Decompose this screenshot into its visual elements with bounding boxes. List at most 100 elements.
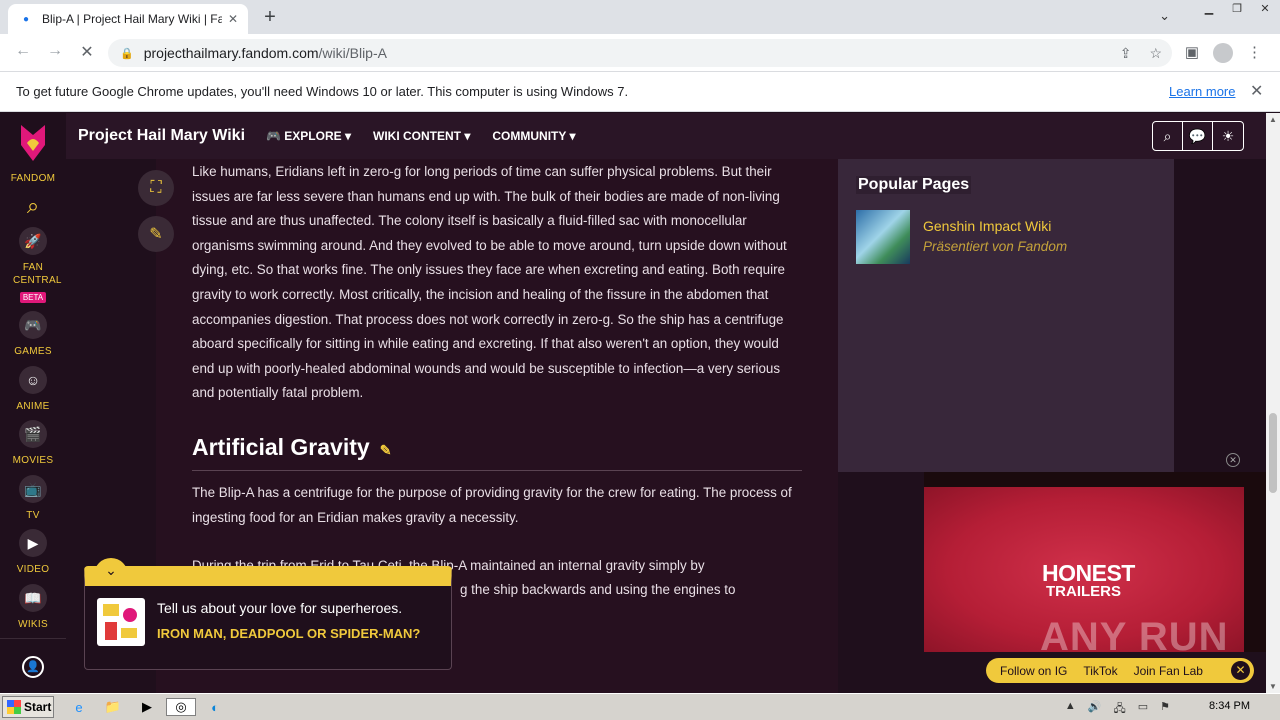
right-margin [1174, 159, 1266, 472]
heading-divider [192, 470, 802, 471]
bookmark-star-icon[interactable]: ☆ [1149, 45, 1162, 62]
lock-icon[interactable]: 🔒 [120, 47, 134, 60]
nav-label: EXPLORE [284, 129, 342, 143]
restore-button[interactable]: ❐ [1224, 0, 1250, 18]
minimize-button[interactable]: ▁ [1196, 0, 1222, 18]
fandom-heart-icon [21, 125, 45, 161]
fan-lab-link[interactable]: Join Fan Lab [1134, 664, 1203, 678]
rail-item-anime[interactable]: ☺ ANIME [0, 366, 66, 413]
page-scrollbar[interactable]: ▲ ▼ [1266, 113, 1280, 693]
video-title-line2: TRAILERS [1046, 583, 1121, 600]
theme-toggle-icon[interactable]: ☀ [1213, 122, 1243, 150]
close-infobar-icon[interactable]: ✕ [1250, 81, 1263, 101]
caret-down-icon: ▾ [344, 129, 352, 143]
explorer-folder-icon[interactable]: 📁 [102, 698, 124, 716]
wiki-search-icon[interactable]: ⌕ [1153, 122, 1183, 150]
explore-icon: 🎮 [266, 129, 285, 143]
book-icon: 📖 [19, 584, 47, 612]
clapper-icon: 🎬 [19, 420, 47, 448]
learn-more-link[interactable]: Learn more [1169, 84, 1235, 99]
url-host: projecthailmary.fandom.com [143, 45, 319, 61]
rail-item-fan-central[interactable]: 🚀 FAN CENTRAL BETA [0, 227, 66, 305]
profile-avatar-icon[interactable] [1213, 43, 1233, 63]
rail-item-movies[interactable]: 🎬 MOVIES [0, 420, 66, 467]
discussions-icon[interactable]: 💬 [1183, 122, 1213, 150]
stop-icon[interactable]: ✕ [76, 42, 98, 62]
nav-explore[interactable]: 🎮 EXPLORE ▾ [266, 129, 351, 143]
anime-icon: ☺ [19, 366, 47, 394]
side-panel-icon[interactable]: ▣ [1185, 43, 1199, 63]
wiki-header: Project Hail Mary Wiki 🎮 EXPLORE ▾ WIKI … [66, 113, 1266, 159]
rail-item-wikis[interactable]: 📖 WIKIS [0, 584, 66, 631]
section-heading: Artificial Gravity ✎ [192, 434, 391, 461]
rail-item-games[interactable]: 🎮 GAMES [0, 311, 66, 358]
follow-ig-link[interactable]: Follow on IG [1000, 664, 1067, 678]
user-account-icon[interactable]: 👤 [22, 656, 44, 678]
edge-icon[interactable]: ◐ [204, 698, 226, 716]
network-icon[interactable]: 🖧 [1113, 700, 1125, 719]
rail-user[interactable]: 👤 [0, 638, 66, 693]
rail-label: MOVIES [12, 455, 54, 466]
rail-search[interactable]: ⌕ [0, 193, 66, 219]
back-icon[interactable]: ← [12, 42, 34, 60]
tiktok-link[interactable]: TikTok [1083, 664, 1117, 678]
rail-label: ANIME [16, 401, 50, 412]
close-follow-icon[interactable]: ✕ [1231, 661, 1250, 680]
tab-title: Blip-A | Project Hail Mary Wiki | Fandom [42, 12, 222, 26]
forward-icon[interactable]: → [44, 42, 66, 60]
tab-search-icon[interactable]: ⌄ [1159, 8, 1170, 24]
fullscreen-icon[interactable]: ⛶ [138, 170, 174, 206]
close-video-icon[interactable]: ✕ [1226, 453, 1240, 467]
action-center-flag-icon[interactable]: ⚑ [1160, 700, 1170, 719]
scroll-thumb[interactable] [1269, 413, 1277, 493]
start-button[interactable]: Start [2, 696, 54, 718]
anyrun-watermark: ANY RUN [1040, 615, 1229, 659]
article-paragraph-partial: g the ship backwards and using the engin… [460, 582, 736, 597]
poll-popup[interactable]: Tell us about your love for superheroes.… [84, 566, 452, 670]
rail-label: WIKIS [18, 619, 48, 630]
clock[interactable]: 8:34 PM [1209, 700, 1250, 712]
chrome-update-infobar: To get future Google Chrome updates, you… [0, 72, 1280, 112]
kebab-menu-icon[interactable]: ⋮ [1247, 43, 1262, 63]
fandom-logo[interactable]: FANDOM [0, 121, 66, 185]
url-field[interactable]: 🔒 projecthailmary.fandom.com/wiki/Blip-A… [108, 39, 1172, 67]
beta-badge: BETA [19, 292, 47, 303]
rail-item-video[interactable]: ▶ VIDEO [0, 529, 66, 576]
nav-wiki-content[interactable]: WIKI CONTENT ▾ [373, 129, 470, 143]
windows-taskbar: Start e 📁 ▶ ◎ ◐ ▲ 🔊 🖧 ▭ ⚑ 8:34 PM [0, 693, 1280, 720]
tray-arrow-icon[interactable]: ▲ [1065, 700, 1076, 719]
edit-pencil-icon[interactable]: ✎ [138, 216, 174, 252]
scroll-down-icon[interactable]: ▼ [1269, 682, 1277, 691]
popular-pages-heading: Popular Pages [856, 176, 972, 194]
media-player-icon[interactable]: ▶ [136, 698, 158, 716]
chrome-icon[interactable]: ◎ [166, 698, 196, 716]
follow-bar: Follow on IG TikTok Join Fan Lab ✕ [986, 658, 1254, 683]
close-window-button[interactable]: ✕ [1252, 0, 1278, 18]
article-paragraph: The Blip-A has a centrifuge for the purp… [192, 485, 792, 525]
battery-icon[interactable]: ▭ [1138, 700, 1148, 719]
address-bar: ← → ✕ 🔒 projecthailmary.fandom.com/wiki/… [0, 34, 1280, 72]
popular-page-title[interactable]: Genshin Impact Wiki [923, 218, 1051, 234]
fandom-global-nav: FANDOM ⌕ 🚀 FAN CENTRAL BETA 🎮 GAMES ☺ AN… [0, 113, 66, 693]
scroll-up-icon[interactable]: ▲ [1269, 115, 1277, 124]
edit-section-icon[interactable]: ✎ [380, 442, 392, 458]
browser-tab[interactable]: ● Blip-A | Project Hail Mary Wiki | Fand… [8, 4, 248, 34]
tv-icon: 📺 [19, 475, 47, 503]
nav-community[interactable]: COMMUNITY ▾ [492, 129, 575, 143]
wiki-name[interactable]: Project Hail Mary Wiki [78, 127, 245, 145]
section-heading-text: Artificial Gravity [192, 434, 370, 460]
caret-down-icon: ▾ [569, 129, 576, 143]
new-tab-button[interactable]: + [258, 6, 282, 29]
search-icon[interactable]: ⌕ [27, 193, 39, 218]
poll-answer[interactable]: IRON MAN, DEADPOOL OR SPIDER-MAN? [157, 626, 437, 642]
popular-page-thumbnail[interactable] [856, 210, 910, 264]
rail-item-tv[interactable]: 📺 TV [0, 475, 66, 522]
volume-icon[interactable]: 🔊 [1088, 700, 1102, 719]
start-label: Start [24, 700, 52, 714]
ie-icon[interactable]: e [68, 698, 90, 716]
poll-image [97, 598, 145, 646]
popular-page-subtitle: Präsentiert von Fandom [923, 239, 1068, 254]
close-tab-icon[interactable]: ✕ [228, 12, 238, 26]
loading-icon: ● [22, 13, 30, 25]
share-icon[interactable]: ⇪ [1120, 45, 1132, 62]
